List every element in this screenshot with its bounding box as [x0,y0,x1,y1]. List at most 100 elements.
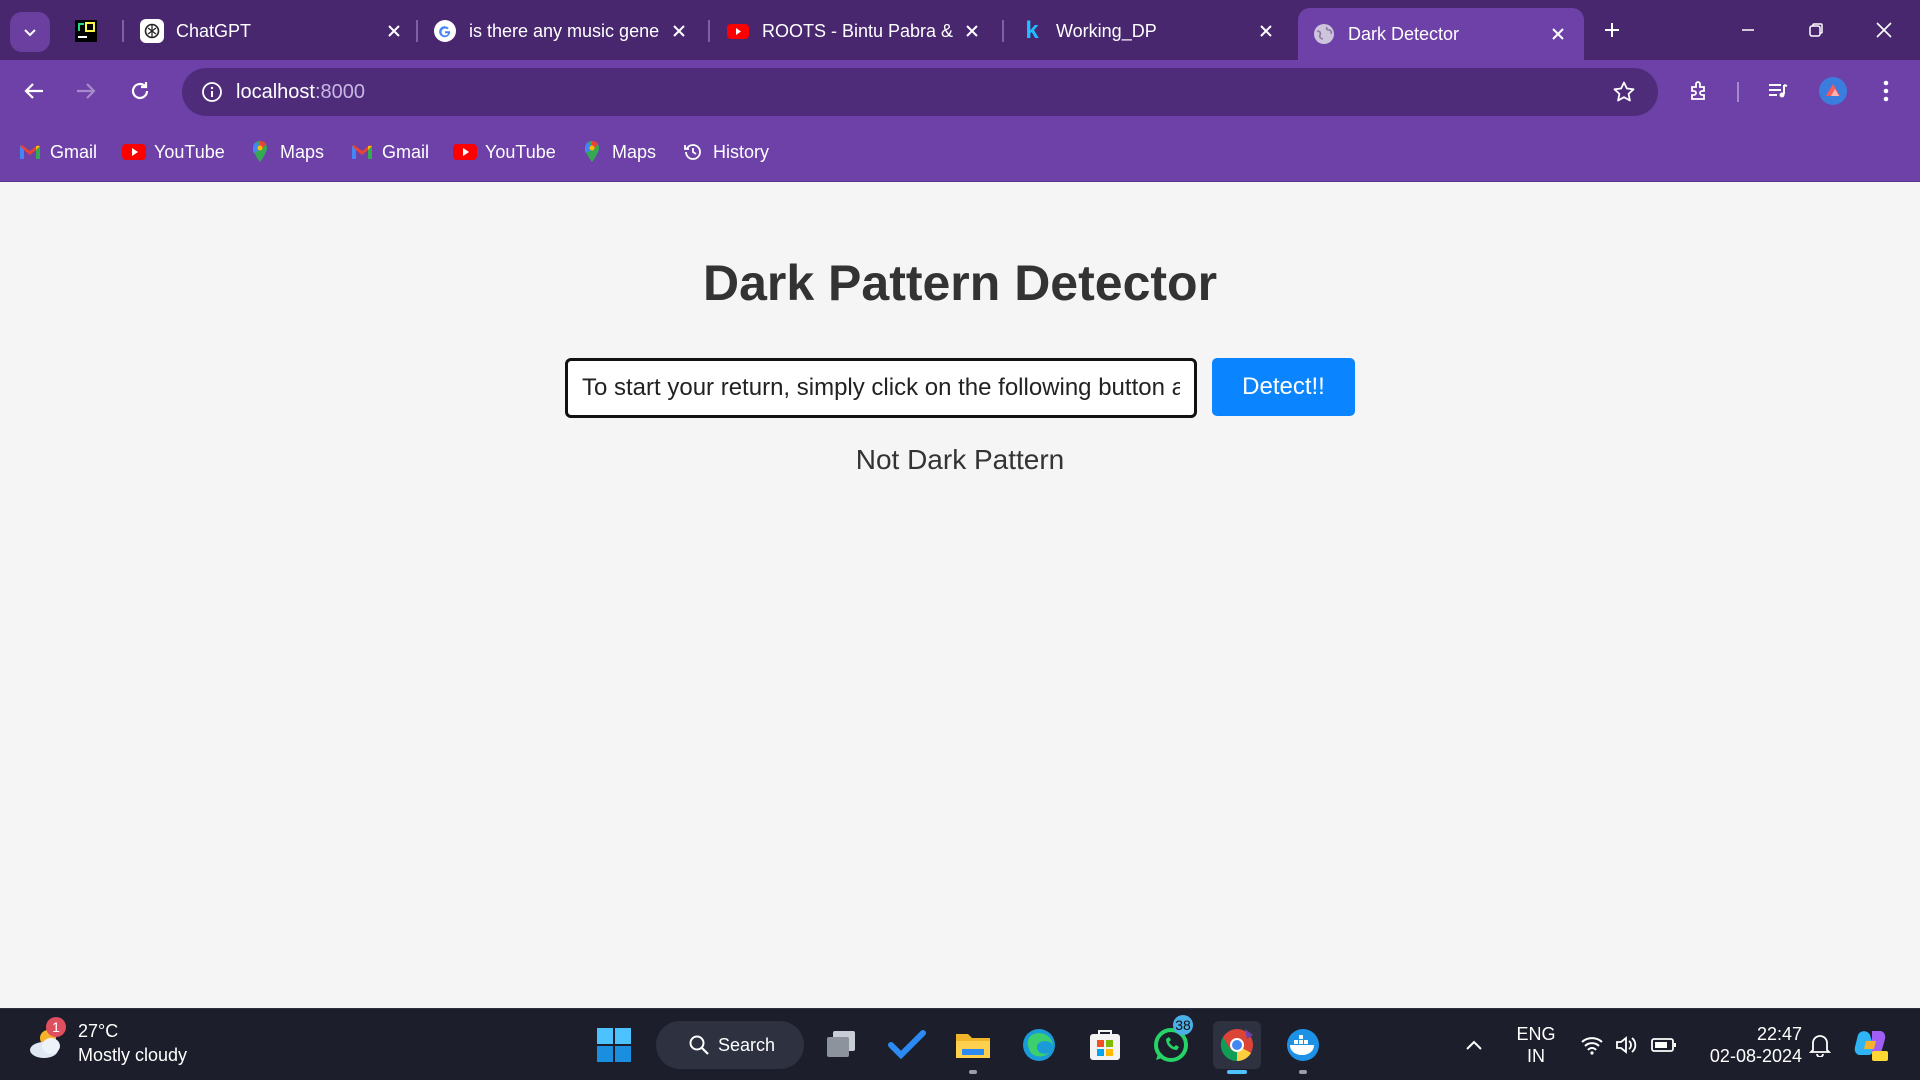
region-code: IN [1527,1046,1545,1066]
show-hidden-icons-button[interactable] [1456,1021,1492,1069]
notifications-button[interactable] [1802,1021,1838,1069]
edge-icon [1023,1029,1055,1061]
media-control-button[interactable] [1758,71,1798,111]
language-code: ENG [1516,1024,1556,1044]
docker-app[interactable] [1279,1021,1327,1069]
taskbar-search[interactable]: Search [656,1021,804,1069]
tab-title: is there any music gene [469,20,660,41]
task-view-icon [827,1031,855,1057]
tab-separator [122,20,124,42]
tab-youtube[interactable]: ROOTS - Bintu Pabra & [726,8,984,54]
url-port: :8000 [314,80,365,103]
close-icon[interactable] [382,19,406,43]
pycharm-icon [74,19,98,43]
bookmark-star-icon[interactable] [1608,76,1640,108]
bookmark-label: YouTube [485,141,556,162]
site-info-icon[interactable] [188,68,236,116]
taskbar: 1 27°C Mostly cloudy Search 38 ENG IN 22… [0,1008,1920,1080]
address-bar[interactable]: localhost:8000 [182,68,1658,116]
puzzle-icon [1691,81,1705,100]
running-indicator [969,1070,977,1074]
bookmark-gmail[interactable]: Gmail [18,136,97,168]
search-label: Search [718,1034,776,1055]
folder-icon [956,1034,990,1058]
tab-title: ChatGPT [176,20,252,41]
tab-separator [416,20,418,42]
todo-check-icon [888,1030,926,1060]
chevron-down-icon [24,29,36,37]
wifi-icon [1581,1037,1603,1055]
task-view-button[interactable] [817,1021,865,1069]
close-icon[interactable] [667,19,691,43]
minimize-button[interactable] [1726,10,1770,50]
kaggle-icon: k [1025,17,1039,44]
active-indicator [1227,1070,1247,1074]
close-icon [1876,22,1892,38]
chrome-app[interactable] [1213,1021,1261,1069]
clock[interactable]: 22:47 02-08-2024 [1696,1023,1802,1067]
bookmark-maps[interactable]: Maps [248,136,324,168]
reload-button[interactable] [120,71,160,111]
bell-icon [1809,1035,1831,1057]
restore-button[interactable] [1794,10,1838,50]
maps-icon [248,140,272,164]
weather-cloud-icon: 1 [26,1017,66,1063]
wifi-status[interactable] [1574,1021,1610,1069]
arrow-right-icon [77,83,96,99]
chrome-icon [1220,1029,1253,1062]
clock-date: 02-08-2024 [1709,1046,1802,1066]
new-tab-button[interactable] [1590,10,1634,50]
whatsapp-app[interactable]: 38 [1147,1015,1195,1069]
chrome-menu-button[interactable] [1866,71,1906,111]
battery-status[interactable] [1646,1021,1682,1069]
running-indicator [1299,1070,1307,1074]
tab-dark-detector[interactable]: Dark Detector [1298,8,1584,60]
close-icon[interactable] [1546,22,1570,46]
copilot-button[interactable] [1849,1021,1893,1069]
close-window-button[interactable] [1862,10,1906,50]
profile-avatar[interactable] [1813,71,1853,111]
todo-app[interactable] [883,1021,931,1069]
tab-separator [1002,20,1004,42]
close-icon[interactable] [960,19,984,43]
extensions-button[interactable] [1680,71,1720,111]
tab-separator [708,20,710,42]
weather-badge: 1 [46,1017,66,1037]
globe-icon [1312,22,1336,46]
bookmark-gmail[interactable]: Gmail [350,136,429,168]
bookmark-history[interactable]: History [681,136,769,168]
tab-search-button[interactable] [10,12,50,52]
tab-title: ROOTS - Bintu Pabra & [762,20,954,41]
docker-icon [1287,1029,1319,1061]
whatsapp-badge: 38 [1173,1015,1193,1035]
bookmark-youtube[interactable]: YouTube [122,136,225,168]
tab-title: Dark Detector [1348,23,1460,44]
bookmark-youtube[interactable]: YouTube [453,136,556,168]
weather-condition: Mostly cloudy [78,1045,188,1065]
speaker-icon [1616,1036,1637,1054]
bookmark-label: Gmail [50,141,98,162]
store-app[interactable] [1081,1021,1129,1069]
weather-widget[interactable]: 1 27°C Mostly cloudy [26,1017,188,1067]
volume-status[interactable] [1608,1021,1644,1069]
detect-button[interactable]: Detect!! [1212,358,1355,416]
start-button[interactable] [590,1021,638,1069]
text-input[interactable] [565,358,1197,418]
language-indicator[interactable]: ENG IN [1508,1023,1564,1067]
file-explorer-app[interactable] [949,1021,997,1069]
browser-toolbar: localhost:8000 [0,60,1920,122]
bookmark-maps[interactable]: Maps [580,136,656,168]
tab-pycharm[interactable] [74,8,114,54]
back-button[interactable] [14,71,54,111]
tab-kaggle[interactable]: k Working_DP [1020,8,1278,54]
copilot-icon [1854,1031,1888,1061]
avatar [1819,77,1847,105]
toolbar-divider [1737,82,1739,102]
tab-google-search[interactable]: is there any music gene [433,8,691,54]
forward-button[interactable] [66,71,106,111]
close-icon[interactable] [1254,19,1278,43]
edge-app[interactable] [1015,1021,1063,1069]
media-queue-icon [1769,84,1788,98]
tab-chatgpt[interactable]: ChatGPT [140,8,406,54]
maps-icon [580,140,604,164]
